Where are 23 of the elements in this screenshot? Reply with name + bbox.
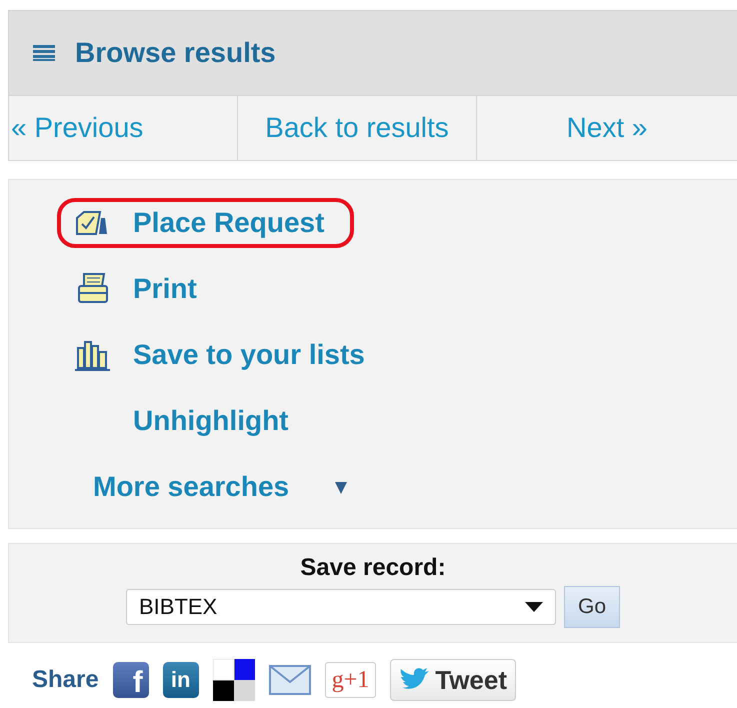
nav-link[interactable]: Next »	[477, 96, 737, 160]
action-link[interactable]: Unhighlight	[57, 396, 319, 446]
facebook-icon[interactable]: f	[112, 662, 149, 698]
plus-one-button[interactable]: g+1	[324, 662, 376, 698]
linkedin-icon[interactable]: in	[162, 662, 199, 698]
action-link[interactable]: Place Request	[57, 198, 354, 248]
squares-icon[interactable]	[212, 659, 255, 701]
nav-link[interactable]: « Previous	[9, 96, 238, 160]
books-icon	[73, 338, 111, 372]
action-link[interactable]: More searches	[85, 467, 298, 507]
share-label: Share	[32, 666, 99, 694]
caret-icon	[335, 480, 348, 494]
go-button[interactable]: Go	[564, 586, 620, 628]
nav-link[interactable]: Back to results	[238, 96, 477, 160]
action-link[interactable]: Save to your lists	[57, 330, 395, 380]
action-link[interactable]: Print	[57, 264, 227, 314]
save-record-label: Save record:	[300, 554, 446, 582]
format-select[interactable]: BIBTEX	[126, 589, 556, 625]
envelope-icon[interactable]	[268, 665, 311, 695]
menu-icon	[33, 44, 55, 62]
tweet-button[interactable]: Tweet	[390, 659, 516, 701]
panel-title: Browse results	[75, 37, 276, 69]
caret-icon	[524, 602, 543, 612]
